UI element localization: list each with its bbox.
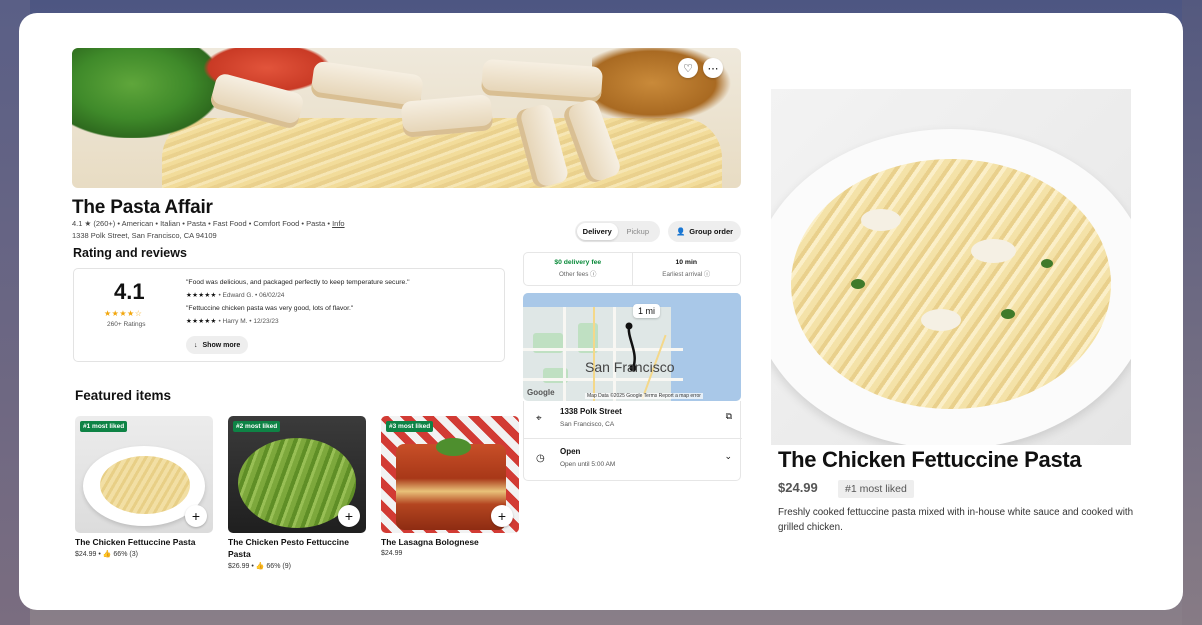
more-options-button[interactable]: ⋯ xyxy=(703,58,723,78)
map[interactable]: 1 mi San Francisco Google Map Data ©2025… xyxy=(523,293,741,401)
featured-heading: Featured items xyxy=(75,388,172,403)
item-price: $24.99 • 👍 66% (3) xyxy=(75,551,138,558)
pin-icon: ⌖ xyxy=(536,413,542,424)
show-more-button[interactable]: ↓ Show more xyxy=(186,336,249,354)
hours-row[interactable]: ◷ Open Open until 5:00 AM ⌄ xyxy=(524,441,742,479)
add-item-button[interactable]: + xyxy=(338,505,360,527)
item-badge: #1 most liked xyxy=(80,421,128,432)
restaurant-address: 1338 Polk Street, San Francisco, CA 9410… xyxy=(72,231,217,240)
reviews-card: 4.1 ★★★★☆ 260+ Ratings "Food was delicio… xyxy=(73,268,505,362)
featured-item[interactable]: #3 most liked + The Lasagna Bolognese $2… xyxy=(381,416,519,557)
more-icon: ⋯ xyxy=(707,62,719,75)
map-footer[interactable]: Map Data ©2025 Google Terms Report a map… xyxy=(585,393,703,399)
item-price: $24.99 xyxy=(381,550,403,557)
add-item-button[interactable]: + xyxy=(185,505,207,527)
ratings-count: 260+ Ratings xyxy=(107,321,146,328)
review-text: "Food was delicious, and packaged perfec… xyxy=(186,279,410,286)
fees-panel: $0 delivery fee Other fees ⓘ 10 min Earl… xyxy=(523,252,741,286)
review-meta: ★★★★★ • Edward G. • 06/02/24 xyxy=(186,292,285,299)
review-text: "Fettuccine chicken pasta was very good,… xyxy=(186,305,354,312)
group-order-button[interactable]: 👤 Group order xyxy=(668,221,741,242)
arrow-down-icon: ↓ xyxy=(194,341,198,349)
rating-stars: ★★★★☆ xyxy=(104,309,143,318)
item-badge: #3 most liked xyxy=(386,421,434,432)
delivery-fee-info[interactable]: $0 delivery fee Other fees ⓘ xyxy=(524,253,632,285)
item-badge: #2 most liked xyxy=(233,421,281,432)
item-image: #3 most liked + xyxy=(381,416,519,533)
location-panel: ⌖ 1338 Polk Street San Francisco, CA ⧉ ◷… xyxy=(523,401,742,481)
detail-image xyxy=(771,89,1131,445)
restaurant-meta: 4.1 ★ (260+) • American • Italian • Past… xyxy=(72,219,345,228)
person-add-icon: 👤 xyxy=(675,227,686,236)
item-name: The Chicken Pesto Fettuccine Pasta xyxy=(228,537,349,559)
order-mode-toggle[interactable]: Delivery Pickup xyxy=(575,221,660,242)
route-line xyxy=(625,322,637,372)
favorite-button[interactable]: ♡ xyxy=(678,58,698,78)
detail-price: $24.99 xyxy=(778,480,818,495)
item-name: The Lasagna Bolognese xyxy=(381,537,479,547)
copy-icon[interactable]: ⧉ xyxy=(726,411,732,422)
big-rating: 4.1 xyxy=(114,279,145,304)
main-card: ♡ ⋯ The Pasta Affair 4.1 ★ (260+) • Amer… xyxy=(19,13,1183,610)
delivery-option[interactable]: Delivery xyxy=(577,223,618,240)
add-item-button[interactable]: + xyxy=(491,505,513,527)
detail-title: The Chicken Fettuccine Pasta xyxy=(778,447,1082,472)
chevron-down-icon: ⌄ xyxy=(724,451,732,461)
restaurant-name: The Pasta Affair xyxy=(72,197,213,218)
pickup-option[interactable]: Pickup xyxy=(618,223,659,240)
item-image: #2 most liked + xyxy=(228,416,366,533)
hero-image: ♡ ⋯ xyxy=(72,48,741,188)
featured-item[interactable]: #2 most liked + The Chicken Pesto Fettuc… xyxy=(228,416,366,570)
map-city-label: San Francisco xyxy=(585,359,675,375)
star-icon: ★ xyxy=(84,219,92,228)
clock-icon: ◷ xyxy=(536,453,545,464)
item-image: #1 most liked + xyxy=(75,416,213,533)
reviews-heading: Rating and reviews xyxy=(73,246,187,260)
google-logo: Google xyxy=(527,388,555,397)
featured-item[interactable]: #1 most liked + The Chicken Fettuccine P… xyxy=(75,416,213,558)
background-right xyxy=(1182,0,1202,625)
detail-description: Freshly cooked fettuccine pasta mixed wi… xyxy=(778,507,1134,533)
review-meta: ★★★★★ • Harry M. • 12/23/23 xyxy=(186,318,279,325)
address-row[interactable]: ⌖ 1338 Polk Street San Francisco, CA ⧉ xyxy=(524,401,742,439)
info-link[interactable]: Info xyxy=(332,219,345,228)
heart-icon: ♡ xyxy=(683,62,693,75)
arrival-info[interactable]: 10 min Earliest arrival ⓘ xyxy=(631,253,741,285)
item-name: The Chicken Fettuccine Pasta xyxy=(75,537,196,547)
distance-label: 1 mi xyxy=(633,304,661,318)
detail-badge: #1 most liked xyxy=(838,480,914,498)
item-price: $26.99 • 👍 66% (9) xyxy=(228,563,291,570)
